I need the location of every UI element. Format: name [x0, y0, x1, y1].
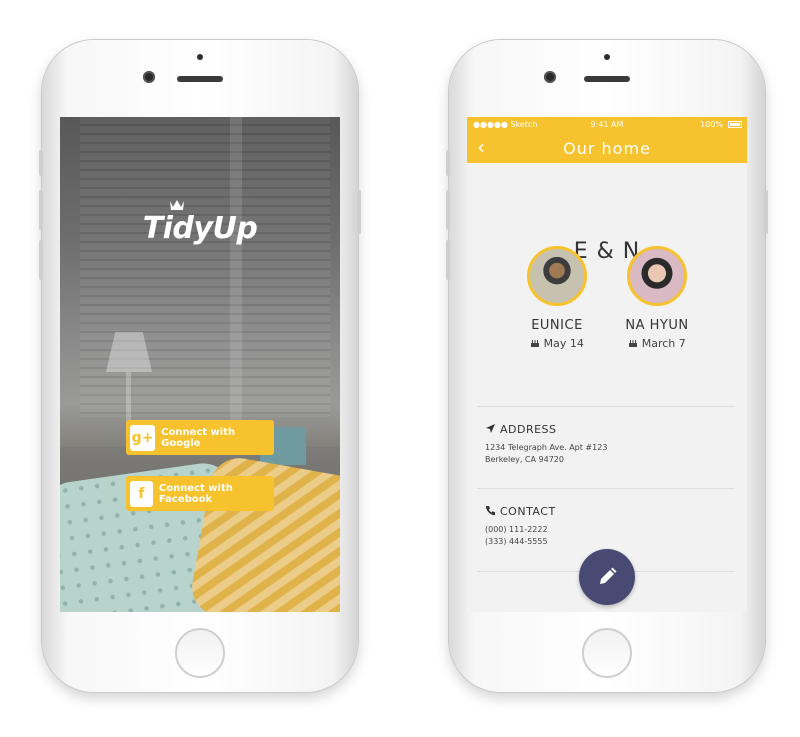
contact-title: CONTACT [500, 505, 556, 518]
background-photo [60, 117, 340, 612]
divider [477, 488, 735, 489]
phone-number-2[interactable]: (333) 444-5555 [485, 537, 548, 546]
facebook-icon: f [130, 480, 153, 507]
battery-icon [728, 121, 742, 128]
earpiece-speaker [584, 76, 630, 82]
phone-frame-home: ●●●●● Sketch 9:41 AM 100% ‹ Our home E &… [446, 40, 768, 692]
avatar[interactable] [527, 246, 587, 306]
app-logo: TidyUp [60, 200, 340, 246]
home-button[interactable] [582, 628, 632, 678]
member-birthday: May 14 [502, 337, 612, 350]
photo-window-frame [230, 117, 242, 447]
battery-percent: 100% [700, 120, 723, 129]
volume-up-button [39, 190, 43, 230]
photo-blinds [80, 117, 330, 417]
sensor-dot [197, 54, 203, 60]
birthday-text: March 7 [641, 337, 686, 350]
volume-down-button [446, 240, 450, 280]
phone-number-1[interactable]: (000) 111-2222 [485, 525, 548, 534]
mute-switch [446, 150, 450, 176]
member-name: NA HYUN [625, 318, 689, 333]
address-title: ADDRESS [500, 423, 557, 436]
edit-button[interactable] [579, 549, 635, 605]
home-screen: ●●●●● Sketch 9:41 AM 100% ‹ Our home E &… [467, 117, 747, 612]
birthday-cake-icon [629, 340, 638, 347]
address-line-1: 1234 Telegraph Ave. Apt #123 [485, 443, 608, 452]
phone-icon [485, 506, 495, 516]
sensor-dot [604, 54, 610, 60]
address-heading: ADDRESS [485, 423, 557, 436]
member-card[interactable]: NA HYUN March 7 [602, 246, 712, 350]
address-line-2: Berkeley, CA 94720 [485, 455, 564, 464]
home-button[interactable] [175, 628, 225, 678]
logo-text: TidyUp [142, 211, 258, 246]
avatar[interactable] [627, 246, 687, 306]
front-camera [544, 71, 556, 83]
member-name: EUNICE [531, 318, 583, 333]
birthday-text: May 14 [543, 337, 584, 350]
page-title: Our home [563, 139, 651, 158]
power-button [357, 190, 361, 234]
contact-heading: CONTACT [485, 505, 556, 518]
login-screen: TidyUp g+ Connect with Google f Connect … [60, 117, 340, 612]
power-button [764, 190, 768, 234]
member-card[interactable]: EUNICE May 14 [502, 246, 612, 350]
connect-facebook-button[interactable]: f Connect with Facebook [126, 476, 274, 511]
crown-icon [170, 200, 184, 210]
volume-down-button [39, 240, 43, 280]
status-bar: ●●●●● Sketch 9:41 AM 100% [467, 117, 747, 133]
google-plus-icon: g+ [130, 424, 156, 451]
connect-google-button[interactable]: g+ Connect with Google [126, 420, 274, 455]
pencil-icon [600, 567, 617, 584]
facebook-button-label: Connect with Facebook [158, 482, 233, 505]
google-button-label: Connect with Google [161, 426, 236, 449]
mute-switch [39, 150, 43, 176]
location-arrow-icon [486, 424, 495, 433]
phone-frame-login: TidyUp g+ Connect with Google f Connect … [39, 40, 361, 692]
volume-up-button [446, 190, 450, 230]
front-camera [143, 71, 155, 83]
member-birthday: March 7 [602, 337, 712, 350]
nav-bar: ‹ Our home [467, 133, 747, 163]
divider [477, 406, 735, 407]
birthday-cake-icon [531, 340, 540, 347]
earpiece-speaker [177, 76, 223, 82]
